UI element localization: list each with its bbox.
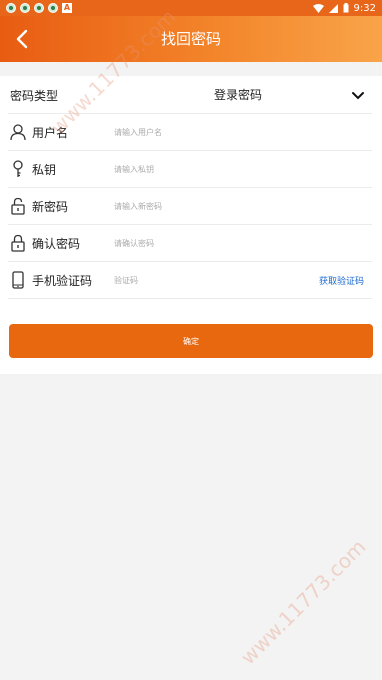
back-arrow-icon — [16, 29, 28, 49]
username-label: 用户名 — [32, 125, 69, 140]
confirm-password-label: 确认密码 — [32, 236, 81, 251]
username-input[interactable] — [114, 122, 372, 142]
get-code-button[interactable]: 获取验证码 — [319, 274, 364, 287]
reset-password-form: 密码类型 登录密码 用户名 私钥 新密码 确认密码 — [0, 76, 382, 374]
new-password-label: 新密码 — [32, 199, 69, 214]
app-notification-icon — [20, 3, 30, 13]
phone-icon — [8, 270, 28, 290]
app-notification-icon — [6, 3, 16, 13]
back-button[interactable] — [8, 25, 36, 53]
a-notification-icon: A — [62, 3, 72, 13]
username-row: 用户名 — [8, 114, 372, 151]
sms-code-input[interactable] — [114, 270, 319, 290]
system-icons: 9:32 — [312, 2, 376, 14]
wifi-icon — [312, 3, 324, 13]
battery-icon — [343, 3, 349, 13]
password-type-select[interactable]: 登录密码 — [214, 77, 262, 114]
confirm-button[interactable]: 确定 — [9, 324, 373, 358]
notification-icons: A — [6, 3, 72, 13]
confirm-password-input[interactable] — [114, 233, 372, 253]
lock-icon — [8, 233, 28, 253]
status-time: 9:32 — [353, 2, 376, 14]
password-type-row: 密码类型 登录密码 — [8, 77, 372, 114]
sms-code-row: 手机验证码 获取验证码 — [8, 262, 372, 299]
watermark: www.11773.com — [235, 534, 371, 670]
new-password-row: 新密码 — [8, 188, 372, 225]
private-key-input[interactable] — [114, 159, 372, 179]
confirm-password-row: 确认密码 — [8, 225, 372, 262]
page-title: 找回密码 — [160, 30, 221, 48]
private-key-label: 私钥 — [32, 162, 57, 177]
user-icon — [8, 122, 28, 142]
key-icon — [8, 159, 28, 179]
lock-open-icon — [8, 196, 28, 216]
chevron-down-icon[interactable] — [350, 88, 366, 104]
app-notification-icon — [48, 3, 58, 13]
app-notification-icon — [34, 3, 44, 13]
private-key-row: 私钥 — [8, 151, 372, 188]
sms-code-label: 手机验证码 — [32, 273, 93, 288]
new-password-input[interactable] — [114, 196, 372, 216]
status-bar: A 9:32 — [0, 0, 382, 16]
signal-icon — [328, 3, 338, 13]
password-type-label: 密码类型 — [10, 88, 59, 103]
app-header: 找回密码 — [0, 16, 382, 62]
